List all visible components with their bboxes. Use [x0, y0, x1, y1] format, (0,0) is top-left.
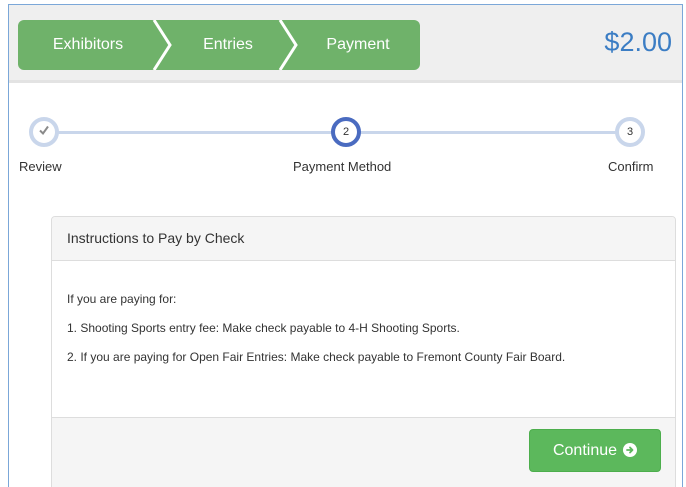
checkmark-icon	[39, 125, 49, 136]
breadcrumb: Exhibitors Entries Payment	[18, 20, 420, 70]
step-confirm-circle: 3	[615, 117, 645, 147]
progress-stepper: Review 2 Payment Method 3 Confirm	[9, 83, 682, 183]
step-payment-method-label: Payment Method	[293, 159, 392, 174]
checkout-header: Exhibitors Entries Payment $2.00	[9, 5, 682, 83]
check-instructions-panel: Instructions to Pay by Check If you are …	[51, 216, 676, 487]
checkout-frame: Exhibitors Entries Payment $2.00 Review …	[8, 4, 683, 487]
breadcrumb-exhibitors[interactable]: Exhibitors	[18, 20, 158, 70]
panel-footer: Continue	[52, 417, 675, 487]
step-confirm-label: Confirm	[608, 159, 654, 174]
instruction-intro: If you are paying for:	[67, 292, 177, 306]
breadcrumb-entries[interactable]: Entries	[168, 20, 288, 70]
step-review-circle	[29, 117, 59, 147]
order-total: $2.00	[604, 27, 672, 57]
panel-body: If you are paying for: 1. Shooting Sport…	[52, 261, 675, 417]
circle-arrow-right-icon	[623, 443, 638, 457]
panel-heading: Instructions to Pay by Check	[52, 217, 675, 261]
continue-button-label: Continue	[552, 442, 618, 459]
step-review-label: Review	[19, 159, 62, 174]
instruction-line-1: 1. Shooting Sports entry fee: Make check…	[67, 321, 460, 335]
instruction-line-2: 2. If you are paying for Open Fair Entri…	[67, 350, 566, 364]
step-payment-method-circle: 2	[331, 117, 361, 147]
continue-button[interactable]: Continue	[529, 429, 661, 472]
breadcrumb-payment[interactable]: Payment	[296, 20, 420, 70]
